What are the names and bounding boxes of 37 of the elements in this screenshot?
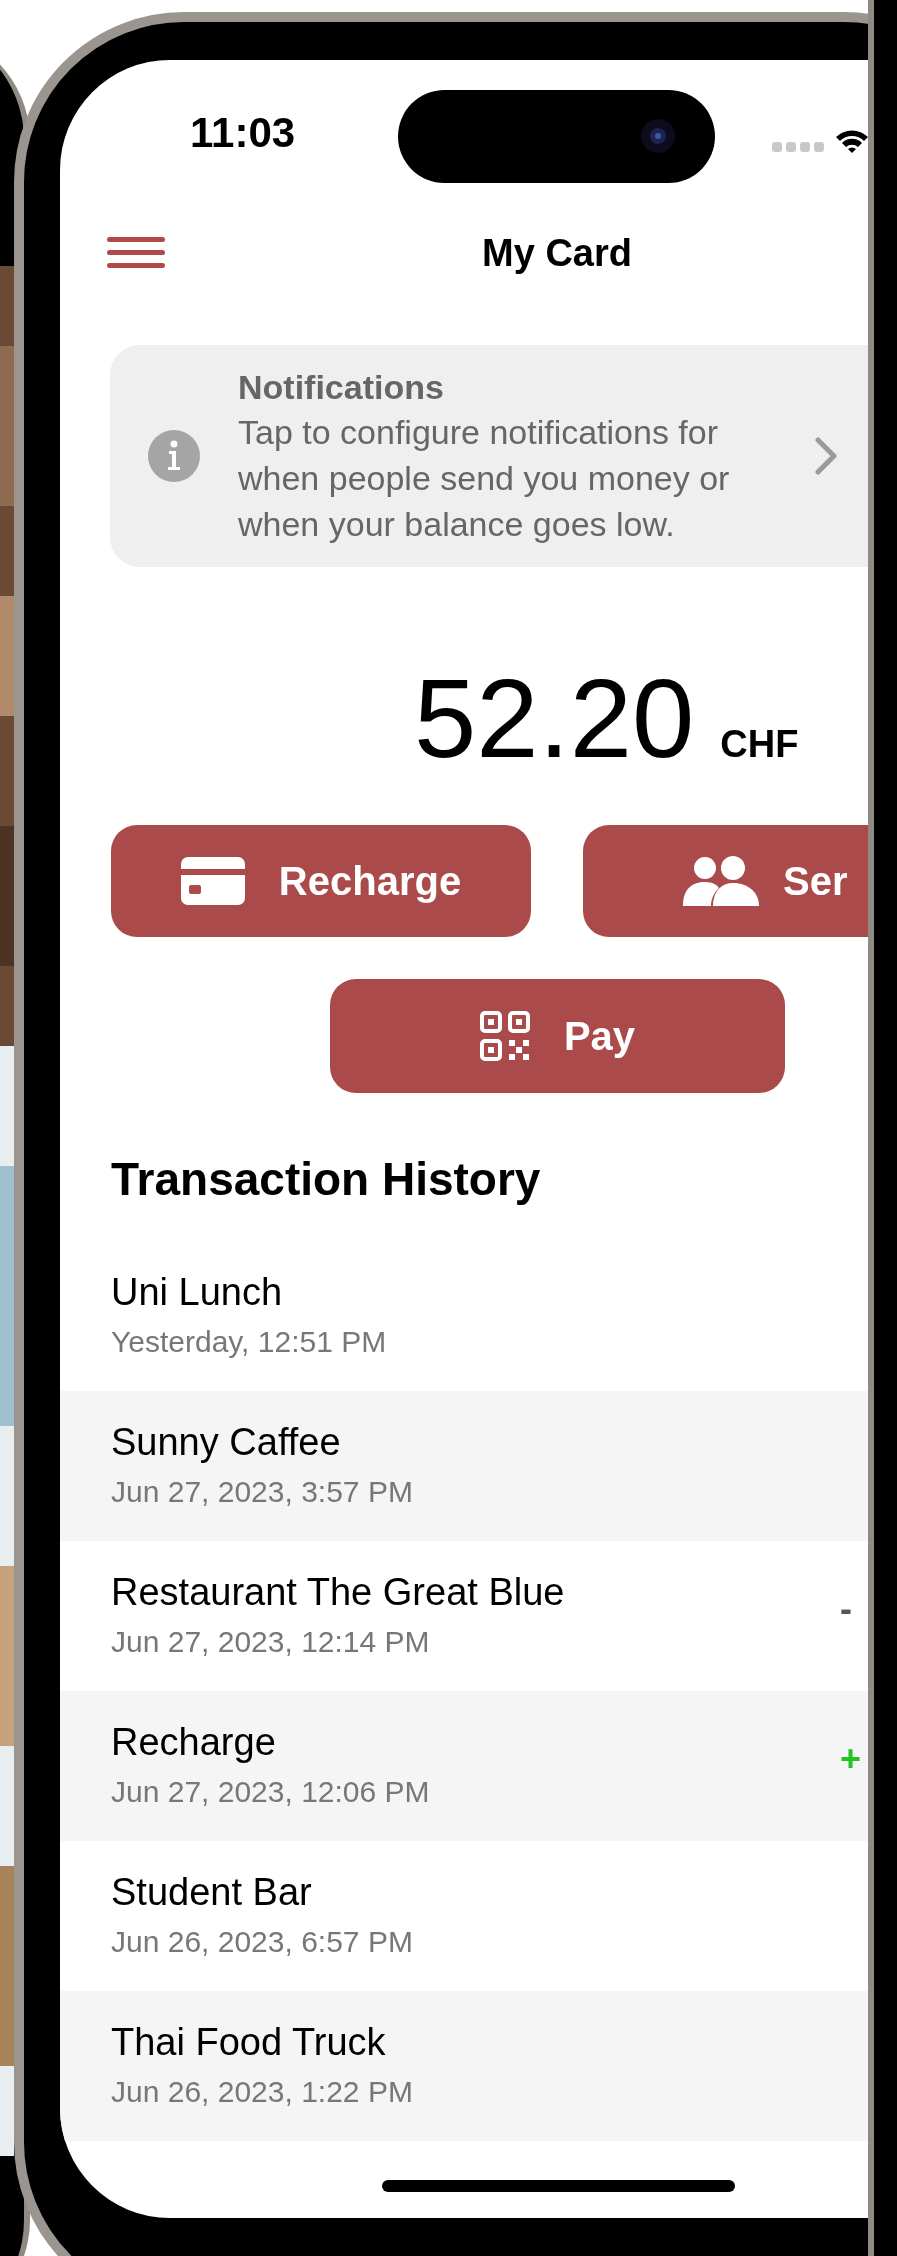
- transaction-name: Student Bar: [111, 1870, 312, 1915]
- transaction-date: Jun 26, 2023, 6:57 PM: [111, 1924, 413, 1960]
- credit-card-icon: [180, 857, 245, 905]
- status-time: 11:03: [190, 112, 296, 154]
- transaction-amount: -: [840, 1591, 852, 1627]
- transaction-date: Jun 27, 2023, 12:14 PM: [111, 1624, 430, 1660]
- qr-code-icon: [479, 1011, 530, 1061]
- action-button[interactable]: Recharge: [111, 825, 531, 937]
- currency-label: CHF: [720, 725, 799, 763]
- wifi-icon: [836, 128, 868, 154]
- transaction-name: Restaurant The Great Blue: [111, 1570, 565, 1615]
- transaction-date: Jun 27, 2023, 3:57 PM: [111, 1474, 413, 1510]
- transaction-name: Sunny Caffee: [111, 1420, 341, 1465]
- camera-icon: [640, 118, 676, 154]
- section-heading: Transaction History: [111, 1152, 542, 1207]
- notification-title: Notifications: [238, 367, 445, 408]
- people-icon: [683, 856, 759, 906]
- action-button[interactable]: Pay: [330, 979, 785, 1093]
- transaction-row[interactable]: Sunny Caffee Jun 27, 2023, 3:57 PM: [60, 1391, 868, 1541]
- transaction-amount: +: [840, 1741, 862, 1777]
- transaction-row[interactable]: Recharge Jun 27, 2023, 12:06 PM +: [60, 1691, 868, 1841]
- action-button[interactable]: Ser: [583, 825, 868, 937]
- screen-title: My Card: [481, 231, 633, 275]
- notification-text: Tap to configure notifications for when people send you money or when your balance goes low.: [238, 412, 731, 545]
- transaction-date: Jun 26, 2023, 1:22 PM: [111, 2074, 413, 2110]
- notification-card[interactable]: Notifications Tap to configure notifications for when people send you money or when your balance goes low.: [110, 345, 868, 567]
- transaction-name: Uni Lunch: [111, 1270, 283, 1315]
- menu-icon[interactable]: [107, 237, 165, 269]
- balance-amount: 52.20: [414, 663, 695, 775]
- info-icon: [148, 430, 200, 482]
- transaction-date: Jun 27, 2023, 12:06 PM: [111, 1774, 430, 1810]
- transaction-row[interactable]: Thai Food Truck Jun 26, 2023, 1:22 PM: [60, 1991, 868, 2141]
- transaction-name: Recharge: [111, 1720, 276, 1765]
- chevron-right-icon: [815, 437, 837, 475]
- signal-icon: [772, 142, 824, 154]
- transaction-date: Yesterday, 12:51 PM: [111, 1324, 387, 1360]
- transaction-name: Thai Food Truck: [111, 2020, 386, 2065]
